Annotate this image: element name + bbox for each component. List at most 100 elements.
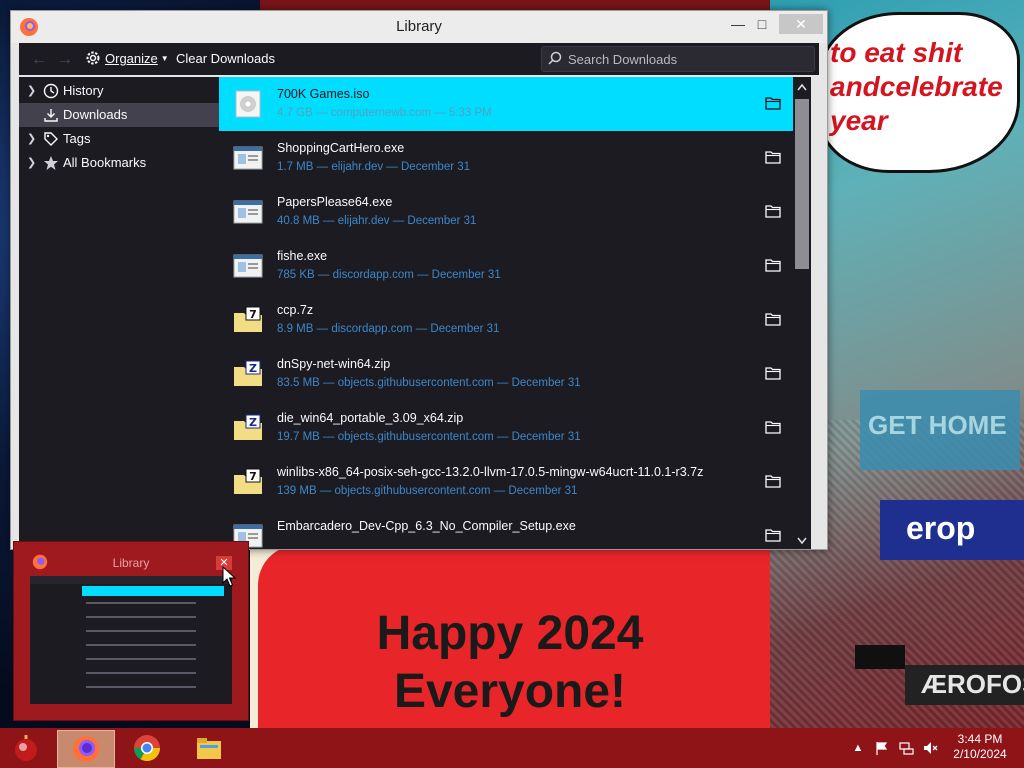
show-in-folder-icon[interactable]	[765, 420, 781, 434]
taskbar-chrome-button[interactable]	[119, 730, 175, 766]
billboard-sign: GET HOME	[860, 390, 1020, 470]
network-icon[interactable]	[898, 740, 914, 756]
arrow-left-icon[interactable]: ←	[31, 51, 47, 69]
download-item[interactable]: ShoppingCartHero.exe 1.7 MB — elijahr.dev…	[219, 131, 793, 185]
7z-archive-icon: 7	[232, 304, 264, 336]
thumb-line	[86, 616, 196, 618]
happy-line: Happy 2024	[376, 607, 644, 660]
library-toolbar: ← → Organize ▼ Clear Downloads	[19, 43, 819, 75]
sidebar-item-tags[interactable]: ❯ Tags	[19, 127, 219, 151]
show-in-folder-icon[interactable]	[765, 258, 781, 272]
download-item[interactable]: 7 ccp.7z 8.9 MB — discordapp.com — Decembe…	[219, 293, 793, 347]
taskbar-window-preview[interactable]: Library ✕	[13, 541, 249, 721]
thumb-line	[86, 658, 196, 660]
show-in-folder-icon[interactable]	[765, 312, 781, 326]
chevron-right-icon[interactable]: ❯	[27, 151, 37, 175]
scroll-up-arrow-icon[interactable]	[797, 83, 807, 91]
vertical-scrollbar[interactable]	[793, 77, 811, 549]
show-in-folder-icon[interactable]	[765, 150, 781, 164]
executable-icon	[232, 196, 264, 228]
download-meta: 40.8 MB — elijahr.dev — December 31	[277, 215, 477, 227]
search-box[interactable]	[541, 46, 815, 72]
clock-date: 2/10/2024	[953, 747, 1007, 761]
executable-icon	[232, 142, 264, 174]
downloads-list[interactable]: 700K Games.iso 4.7 GB — computernewb.com …	[219, 77, 793, 549]
zip-archive-icon: Z	[232, 358, 264, 390]
thumb-line	[86, 602, 196, 604]
download-item[interactable]: Zdie_win64_portable_3.09_x64.zip 19.7 MB …	[219, 401, 793, 455]
download-filename: Embarcadero_Dev-Cpp_6.3_No_Compiler_Setu…	[277, 519, 576, 533]
arrow-right-icon[interactable]: →	[57, 51, 73, 69]
svg-text:Z: Z	[249, 362, 257, 375]
clock-time: 3:44 PM	[957, 732, 1003, 746]
sidebar-item-history[interactable]: ❯ History	[19, 79, 219, 103]
thumb-selected-row	[82, 586, 224, 596]
window-title: Library	[396, 18, 442, 35]
star-icon	[44, 156, 58, 170]
organize-label: Organize	[105, 51, 158, 66]
download-item[interactable]: ZdnSpy-net-win64.zip 83.5 MB — objects.gi…	[219, 347, 793, 401]
scroll-thumb[interactable]	[795, 99, 809, 269]
maximize-button[interactable]: □	[747, 14, 777, 34]
start-button[interactable]	[4, 730, 48, 766]
download-filename: 700K Games.iso	[277, 87, 370, 101]
billboard-sign: ÆROFOS	[905, 665, 1024, 705]
show-in-folder-icon[interactable]	[765, 474, 781, 488]
download-filename: fishe.exe	[277, 249, 328, 263]
close-button[interactable]: ✕	[779, 14, 823, 34]
svg-text:Z: Z	[249, 416, 257, 429]
thumb-line	[86, 672, 196, 674]
chevron-right-icon[interactable]: ❯	[27, 127, 37, 151]
sidebar-item-label: All Bookmarks	[63, 155, 147, 170]
7z-archive-icon: 7	[232, 466, 264, 498]
show-in-folder-icon[interactable]	[765, 204, 781, 218]
show-in-folder-icon[interactable]	[765, 366, 781, 380]
download-meta: 785 KB — discordapp.com — December 31	[277, 269, 501, 281]
sidebar-item-all-bookmarks[interactable]: ❯ All Bookmarks	[19, 151, 219, 175]
chevron-right-icon[interactable]: ❯	[27, 79, 37, 103]
taskbar-firefox-button[interactable]	[57, 730, 115, 768]
mouse-cursor-icon	[222, 566, 236, 587]
show-in-folder-icon[interactable]	[765, 96, 781, 110]
search-input[interactable]	[566, 49, 810, 69]
happy-new-year-text: Happy 2024 Everyone!	[300, 605, 720, 721]
svg-text:7: 7	[249, 308, 257, 321]
firefox-icon	[73, 736, 99, 762]
billboard-text: GET HOME	[868, 410, 1007, 440]
taskbar: ▲ 3:44 PM 2/10/2024	[0, 728, 1024, 768]
disc-image-icon	[232, 88, 264, 120]
preview-thumbnail[interactable]	[30, 576, 232, 704]
download-item[interactable]: 700K Games.iso 4.7 GB — computernewb.com …	[219, 77, 793, 131]
speech-bubble-text: to eat shit andcelebrate year	[830, 36, 1020, 138]
system-clock[interactable]: 3:44 PM 2/10/2024	[950, 732, 1010, 762]
download-filename: PapersPlease64.exe	[277, 195, 393, 209]
svg-text:7: 7	[249, 470, 257, 483]
sidebar-item-label: Tags	[63, 131, 91, 146]
chrome-icon	[133, 735, 161, 762]
billboard-sign	[855, 645, 905, 669]
executable-icon	[232, 250, 264, 282]
clear-downloads-button[interactable]: Clear Downloads	[176, 49, 275, 69]
taskbar-file-explorer-button[interactable]	[181, 730, 237, 766]
download-filename: ShoppingCartHero.exe	[277, 141, 405, 155]
show-hidden-icons-icon[interactable]: ▲	[850, 740, 866, 756]
download-item[interactable]: Embarcadero_Dev-Cpp_6.3_No_Compiler_Setu…	[219, 509, 793, 549]
scroll-down-arrow-icon[interactable]	[797, 537, 807, 545]
download-item[interactable]: PapersPlease64.exe 40.8 MB — elijahr.dev …	[219, 185, 793, 239]
download-meta: 1.7 MB — elijahr.dev — December 31	[277, 161, 471, 173]
organize-button[interactable]: Organize ▼	[85, 49, 169, 69]
file-explorer-icon	[197, 738, 221, 759]
library-sidebar: ❯ History Downloads ❯ Tags ❯ All Bookmar…	[19, 77, 219, 549]
download-item[interactable]: fishe.exe 785 KB — discordapp.com — Decem…	[219, 239, 793, 293]
thumb-line	[86, 686, 196, 688]
bubble-line: to eat shit	[830, 37, 963, 68]
sidebar-item-downloads[interactable]: Downloads	[19, 103, 219, 127]
title-bar[interactable]: Library — □ ✕	[11, 11, 827, 43]
download-filename: dnSpy-net-win64.zip	[277, 357, 391, 371]
flag-icon[interactable]	[874, 740, 890, 756]
bubble-line: andcelebrate	[830, 71, 1003, 102]
download-item[interactable]: 7 winlibs-x86_64-posix-seh-gcc-13.2.0-llv…	[219, 455, 793, 509]
volume-muted-icon[interactable]	[922, 740, 938, 756]
download-filename: die_win64_portable_3.09_x64.zip	[277, 411, 464, 425]
show-in-folder-icon[interactable]	[765, 528, 781, 542]
